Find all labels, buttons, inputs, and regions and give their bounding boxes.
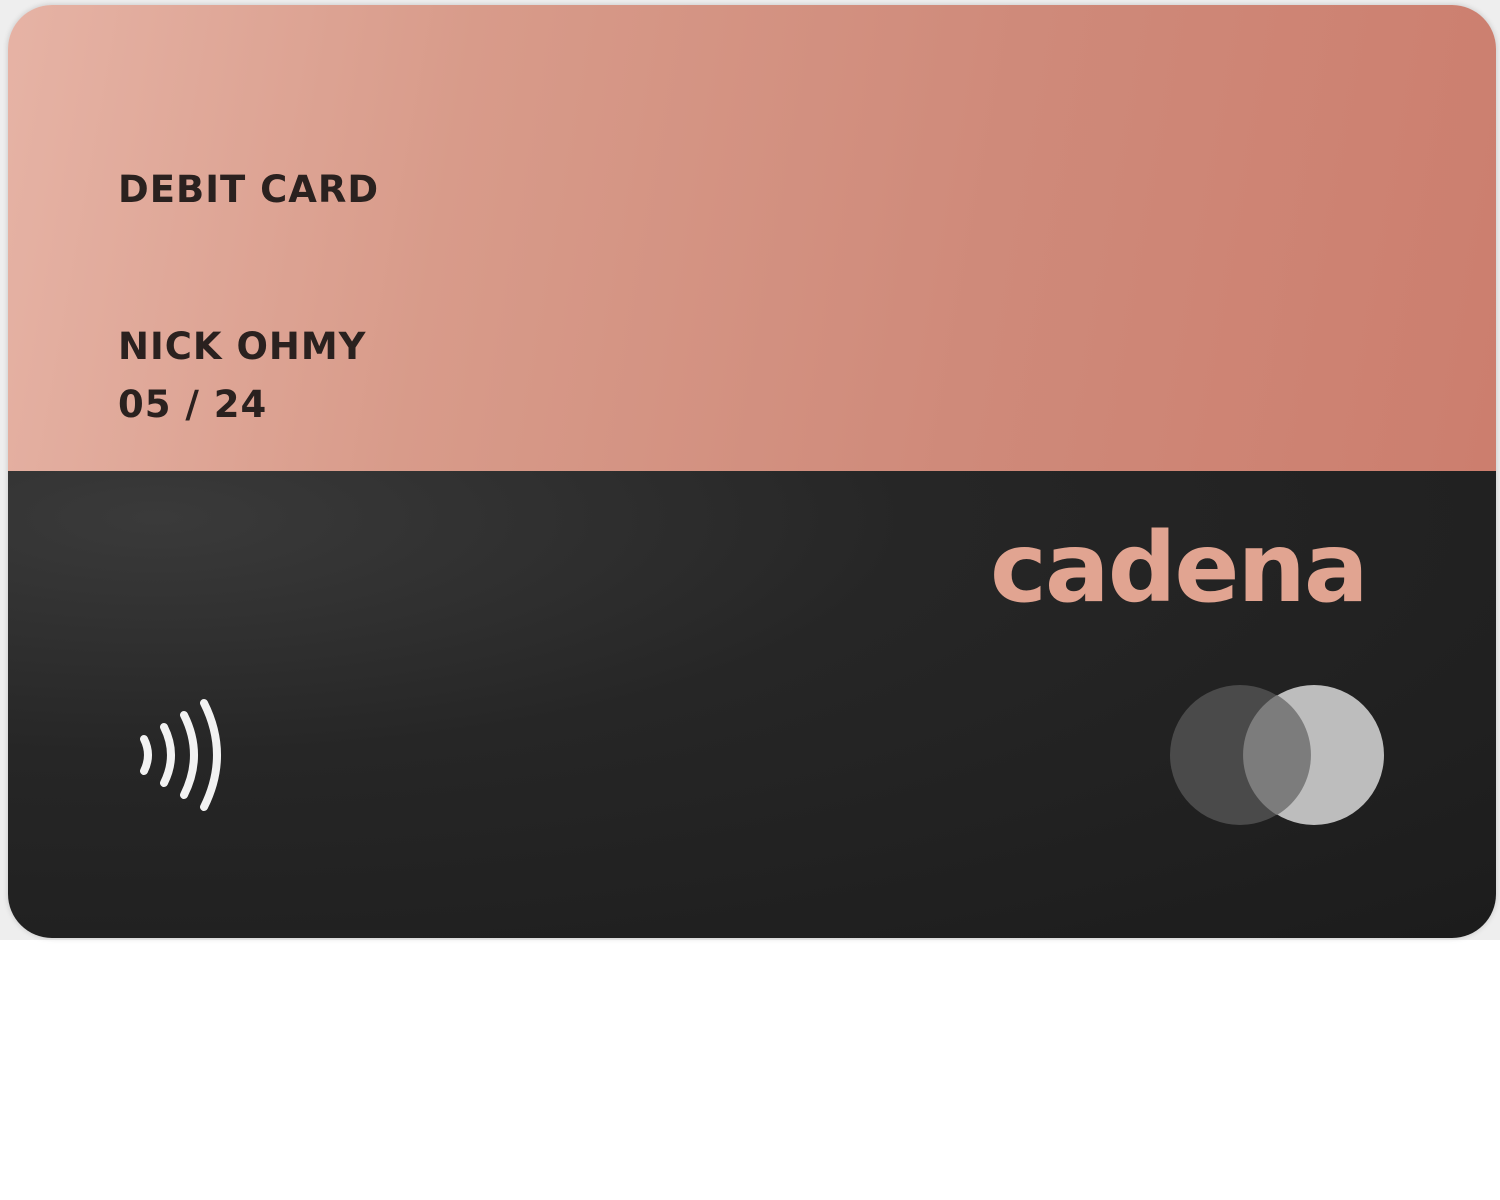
card-type-label: DEBIT CARD <box>118 168 380 211</box>
debit-card: DEBIT CARD NICK OHMY 05 / 24 cadena <box>8 5 1496 938</box>
cardholder-name: NICK OHMY <box>118 325 367 368</box>
card-network-logo <box>1170 685 1384 825</box>
page: DEBIT CARD NICK OHMY 05 / 24 cadena <box>0 0 1500 1200</box>
expiry-date: 05 / 24 <box>118 383 268 426</box>
contactless-icon <box>140 699 221 811</box>
brand-logo: cadena <box>990 512 1369 624</box>
